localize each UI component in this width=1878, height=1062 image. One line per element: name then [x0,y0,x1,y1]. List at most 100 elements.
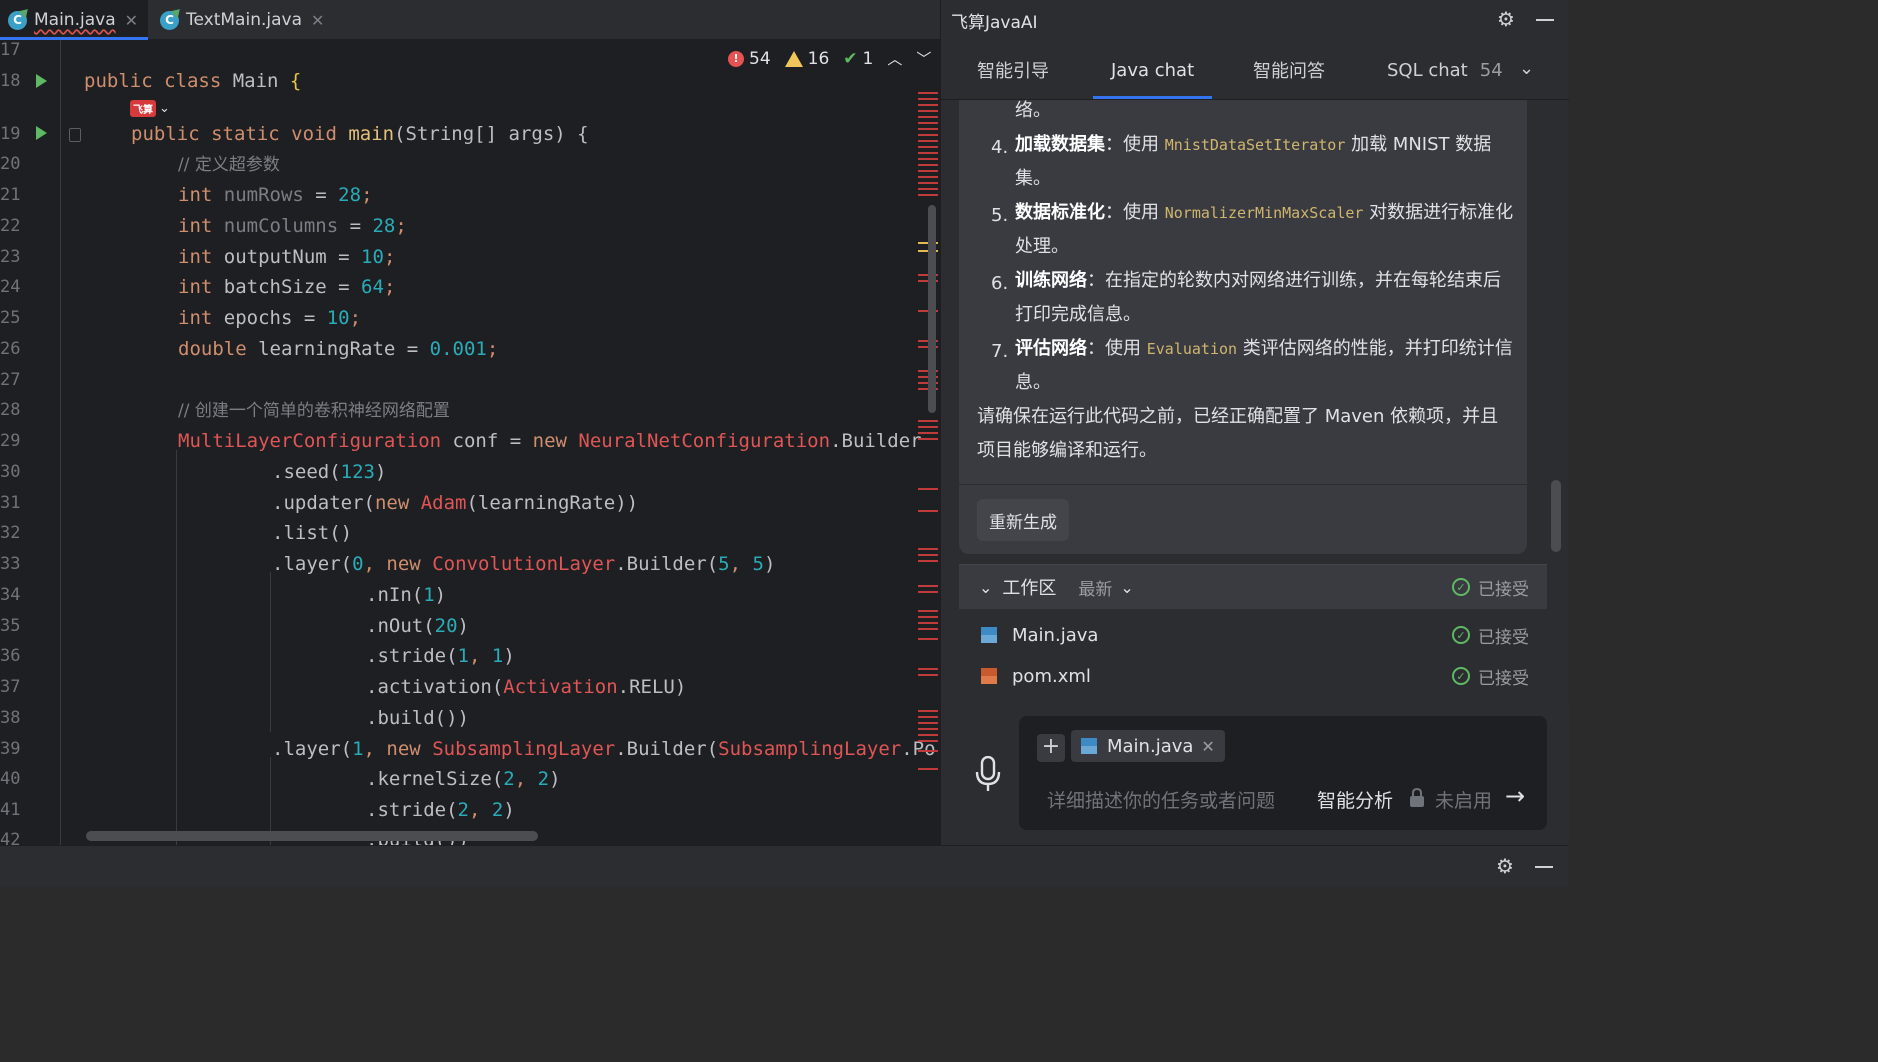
code-line: .stride(1, 1) [366,645,515,667]
add-context-button[interactable]: + [1037,734,1065,762]
code-line: double learningRate = 0.001; [178,338,499,360]
close-icon[interactable]: ✕ [311,11,324,30]
line-number: 23 [0,247,21,267]
code-line: .list() [272,522,353,544]
close-icon[interactable]: ✕ [1201,737,1214,756]
list-number: 6. [991,273,1009,294]
chip-label: Main.java [1107,735,1194,757]
line-number: 20 [0,154,21,174]
code-comment: // 定义超参数 [178,155,280,175]
tab-overflow-count: 54 [1479,59,1503,81]
gear-icon[interactable]: ⚙ [1496,856,1516,876]
lock-icon [1410,788,1424,807]
line-number: 25 [0,308,21,328]
code-line: .nOut(20) [366,615,469,637]
run-icon[interactable] [36,74,47,88]
chevron-down-icon[interactable]: ⌄ [979,578,992,597]
line-number: 26 [0,339,21,359]
chevron-down-icon[interactable]: ⌄ [1519,58,1534,79]
code-area[interactable]: public class Main { public static void m… [84,40,936,845]
java-class-icon: C [160,10,179,30]
tab-java-chat[interactable]: Java chat [1092,40,1213,100]
check-circle-icon: ✓ [1452,578,1470,596]
code-line: public static void main(String[] args) { [131,123,589,145]
regenerate-button[interactable]: 重新生成 [977,499,1069,541]
java-class-icon: C [8,10,27,30]
tab-textmain-java[interactable]: C TextMain.java ✕ [152,0,337,40]
workspace-file-row[interactable]: Main.java ✓ 已接受 [959,615,1547,655]
ai-tab-bar: 智能引导 Java chat 智能问答 SQL chat 54 ⌄ [941,40,1569,100]
code-line: .layer(1, new SubsamplingLayer.Builder(S… [272,738,936,760]
chevron-down-icon[interactable]: ⌄ [1120,578,1133,597]
code-line: .updater(new Adam(learningRate)) [272,492,639,514]
tab-smart-qa[interactable]: 智能问答 [1253,40,1325,100]
context-file-chip[interactable]: Main.java ✕ [1071,730,1225,762]
code-line: int epochs = 10; [178,307,362,329]
tab-sql-chat[interactable]: SQL chat 54 [1387,40,1503,100]
java-file-icon [1081,738,1097,754]
smart-analysis-toggle[interactable]: 智能分析 [1317,786,1393,813]
line-number: 31 [0,493,21,513]
ai-pane-title: 飞算JavaAI [951,12,1038,33]
disabled-label: 未启用 [1435,790,1493,812]
line-number: 28 [0,400,21,420]
gutter-divider [60,40,61,845]
send-arrow-icon[interactable]: → [1505,782,1525,810]
workspace-file-row[interactable]: pom.xml ✓ 已接受 [959,656,1547,696]
line-number: 21 [0,185,21,205]
chat-input-box[interactable]: + Main.java ✕ 详细描述你的任务或者问题 智能分析 未启用 → [1019,716,1547,830]
tab-main-java[interactable]: C Main.java ✕ [0,0,148,40]
line-number: 27 [0,370,21,390]
line-number: 34 [0,585,21,605]
workspace-header[interactable]: ⌄ 工作区 最新 ⌄ ✓ 已接受 [959,565,1547,609]
list-item: 加载数据集：使用 MnistDataSetIterator 加载 MNIST 数… [1015,134,1492,189]
minimize-icon[interactable] [1535,866,1553,868]
list-item: 评估网络：使用 Evaluation 类评估网络的性能，并打印统计信息。 [1015,338,1513,393]
bottom-tool-bar: ⚙ [0,845,1568,887]
list-item: 训练网络：在指定的轮数内对网络进行训练，并在每轮结束后打印完成信息。 [1015,270,1501,325]
code-line: int outputNum = 10; [178,246,396,268]
list-number: 4. [991,137,1009,158]
workspace-filter[interactable]: 最新 [1078,575,1112,600]
code-line: int batchSize = 64; [178,276,396,298]
error-stripe[interactable] [918,90,938,780]
code-comment: // 创建一个简单的卷积神经网络配置 [178,401,450,421]
run-icon[interactable] [36,126,47,140]
line-number: 38 [0,708,21,728]
code-line: MultiLayerConfiguration conf = new Neura… [178,430,922,452]
editor-vertical-scrollbar[interactable] [928,205,936,413]
line-number: 24 [0,277,21,297]
line-number: 30 [0,462,21,482]
check-circle-icon: ✓ [1452,626,1470,644]
code-line: public class Main { [84,70,302,92]
file-name: Main.java [1012,624,1099,646]
indent-guide [270,572,271,732]
list-number: 7. [991,341,1009,362]
chat-scrollbar[interactable] [1551,480,1561,552]
workspace-panel: ⌄ 工作区 最新 ⌄ ✓ 已接受 Main.java ✓ 已接受 pom.xml… [959,564,1547,700]
indent-guide [176,450,177,845]
chat-input-placeholder[interactable]: 详细描述你的任务或者问题 [1047,786,1275,813]
tab-label: Main.java [34,10,116,30]
tab-smart-guide[interactable]: 智能引导 [977,40,1049,100]
chat-answer-card: 络。 4. 加载数据集：使用 MnistDataSetIterator 加载 M… [959,100,1527,554]
tab-label: TextMain.java [186,10,302,30]
line-number: 36 [0,646,21,666]
line-number: 37 [0,677,21,697]
line-number: 29 [0,431,21,451]
answer-closing-text: 请确保在运行此代码之前，已经正确配置了 Maven 依赖项，并且项目能够编译和运… [977,406,1499,461]
editor-horizontal-scrollbar[interactable] [86,831,538,841]
line-number: 33 [0,554,21,574]
microphone-icon[interactable] [975,756,1001,792]
java-file-icon [981,627,997,643]
code-line: .kernelSize(2, 2) [366,768,561,790]
list-number: 5. [991,205,1009,226]
code-line: .layer(0, new ConvolutionLayer.Builder(5… [272,553,776,575]
gear-icon[interactable]: ⚙ [1497,9,1517,29]
minimize-icon[interactable] [1536,19,1554,21]
code-line: .seed(123) [272,461,387,483]
check-circle-icon: ✓ [1452,667,1470,685]
fold-marker-icon[interactable] [69,128,81,142]
code-line: .nIn(1) [366,584,447,606]
close-icon[interactable]: ✕ [125,11,138,30]
